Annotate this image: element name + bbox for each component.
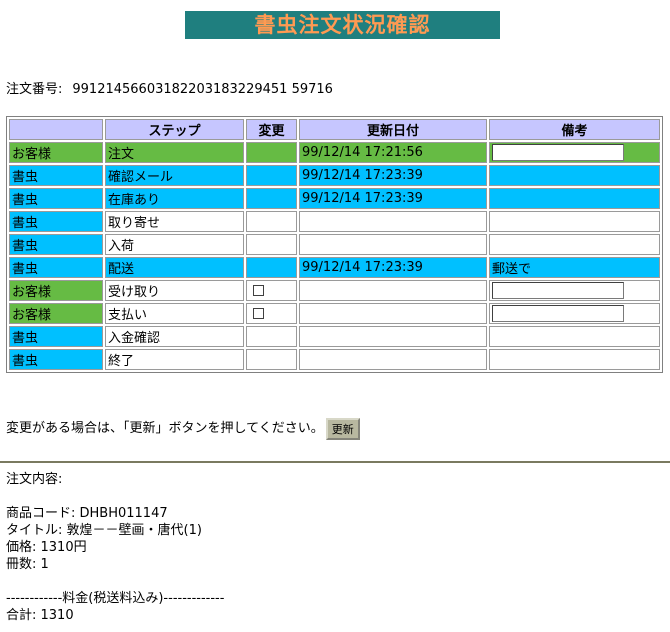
order-number-label: 注文番号: (6, 82, 63, 97)
row-change (246, 234, 297, 255)
row-change (246, 303, 297, 324)
update-instruction: 変更がある場合は、「更新」ボタンを押してください。 更新 (6, 417, 360, 440)
product-code: 商品コード: DHBH011147 (6, 506, 168, 521)
row-step: 入金確認 (105, 326, 244, 347)
table-row: 書虫 配送 99/12/14 17:23:39 郵送で (9, 257, 660, 278)
row-step: 注文 (105, 142, 244, 163)
row-step: 配送 (105, 257, 244, 278)
order-number-value: 99121456603182203183229451 59716 (72, 82, 333, 97)
change-checkbox[interactable] (253, 285, 264, 296)
row-step: 確認メール (105, 165, 244, 186)
row-date (299, 303, 487, 324)
table-row: お客様 注文 99/12/14 17:21:56 (9, 142, 660, 163)
row-change (246, 257, 297, 278)
product-title: タイトル: 敦煌－－壁画・唐代(1) (6, 523, 202, 538)
change-checkbox[interactable] (253, 308, 264, 319)
update-message: 変更がある場合は、「更新」ボタンを押してください。 (6, 421, 324, 436)
fee-header: ------------料金(税送料込み)------------- (6, 591, 225, 606)
table-row: お客様 受け取り (9, 280, 660, 301)
row-note: 郵送で (489, 257, 660, 278)
row-date (299, 280, 487, 301)
section-divider (0, 461, 670, 463)
table-row: 書虫 終了 (9, 349, 660, 370)
table-row: 書虫 在庫あり 99/12/14 17:23:39 (9, 188, 660, 209)
row-step: 在庫あり (105, 188, 244, 209)
row-change (246, 211, 297, 232)
header-note: 備考 (489, 119, 660, 140)
update-button[interactable]: 更新 (325, 417, 360, 440)
row-change (246, 326, 297, 347)
row-note (489, 234, 660, 255)
row-date (299, 326, 487, 347)
table-row: 書虫 取り寄せ (9, 211, 660, 232)
row-actor: 書虫 (9, 188, 103, 209)
header-updated-date: 更新日付 (299, 119, 487, 140)
row-note (489, 142, 660, 163)
order-number-line: 注文番号: 99121456603182203183229451 59716 (6, 78, 333, 97)
note-input[interactable] (492, 144, 624, 161)
note-input[interactable] (492, 282, 624, 299)
row-date: 99/12/14 17:23:39 (299, 188, 487, 209)
row-date: 99/12/14 17:23:39 (299, 165, 487, 186)
order-total: 合計: 1310 (6, 608, 74, 623)
row-actor: 書虫 (9, 165, 103, 186)
row-change (246, 349, 297, 370)
table-row: 書虫 入金確認 (9, 326, 660, 347)
row-actor: 書虫 (9, 326, 103, 347)
row-note (489, 211, 660, 232)
page-title: 書虫注文状況確認 (185, 11, 500, 39)
details-heading: 注文内容: (6, 472, 63, 487)
row-note (489, 280, 660, 301)
row-note (489, 303, 660, 324)
header-actor (9, 119, 103, 140)
note-input[interactable] (492, 305, 624, 322)
row-step: 受け取り (105, 280, 244, 301)
row-change (246, 188, 297, 209)
order-status-table: ステップ 変更 更新日付 備考 お客様 注文 99/12/14 17:21:56 書虫… (6, 116, 663, 373)
row-date (299, 349, 487, 370)
row-change (246, 165, 297, 186)
table-row: 書虫 確認メール 99/12/14 17:23:39 (9, 165, 660, 186)
row-actor: お客様 (9, 280, 103, 301)
order-details: 注文内容: 商品コード: DHBH011147 タイトル: 敦煌－－壁画・唐代(… (6, 471, 224, 624)
row-actor: 書虫 (9, 349, 103, 370)
row-note (489, 326, 660, 347)
row-actor: 書虫 (9, 234, 103, 255)
row-date (299, 234, 487, 255)
row-step: 支払い (105, 303, 244, 324)
row-actor: 書虫 (9, 257, 103, 278)
row-actor: 書虫 (9, 211, 103, 232)
table-row: お客様 支払い (9, 303, 660, 324)
header-step: ステップ (105, 119, 244, 140)
row-actor: お客様 (9, 303, 103, 324)
row-change (246, 142, 297, 163)
row-actor: お客様 (9, 142, 103, 163)
table-row: 書虫 入荷 (9, 234, 660, 255)
row-date: 99/12/14 17:23:39 (299, 257, 487, 278)
row-date: 99/12/14 17:21:56 (299, 142, 487, 163)
row-change (246, 280, 297, 301)
row-step: 取り寄せ (105, 211, 244, 232)
row-note (489, 188, 660, 209)
row-step: 入荷 (105, 234, 244, 255)
row-note (489, 165, 660, 186)
product-quantity: 冊数: 1 (6, 557, 49, 572)
row-step: 終了 (105, 349, 244, 370)
product-price: 価格: 1310円 (6, 540, 87, 555)
row-note (489, 349, 660, 370)
row-date (299, 211, 487, 232)
table-header-row: ステップ 変更 更新日付 備考 (9, 119, 660, 140)
header-change: 変更 (246, 119, 297, 140)
